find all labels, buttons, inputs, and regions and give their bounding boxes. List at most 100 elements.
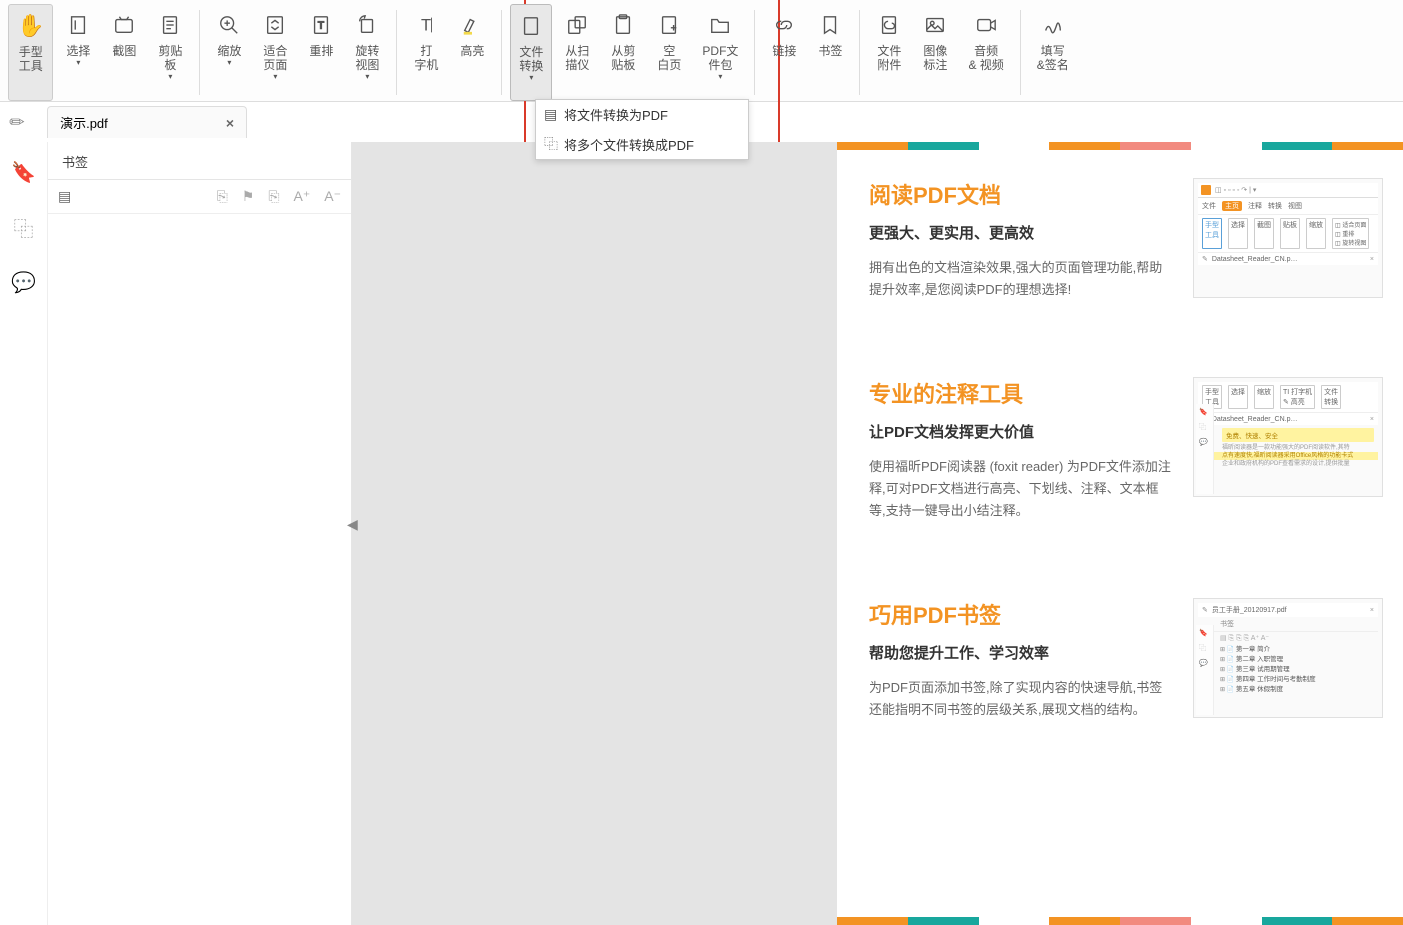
section-subtitle: 更强大、更实用、更高效 <box>869 222 1173 243</box>
screenshot-icon <box>113 10 135 40</box>
rearrange-label: 重排 <box>309 44 333 58</box>
section-body: 拥有出色的文档渲染效果,强大的页面管理功能,帮助提升效率,是您阅读PDF的理想选… <box>869 257 1173 301</box>
image-annot-label: 图像 标注 <box>923 44 947 72</box>
bookmark-settings-icon[interactable]: ⎘ <box>268 188 279 205</box>
image-icon <box>924 10 946 40</box>
hand-tool-label: 手型 工具 <box>19 45 43 73</box>
convert-single-label: 将文件转换为PDF <box>564 105 668 124</box>
typewriter-label: 打 字机 <box>414 44 438 72</box>
color-strip-bottom <box>837 917 1403 925</box>
svg-text:T: T <box>318 21 324 32</box>
clipboard-button[interactable]: 剪贴 板 ▾ <box>149 4 191 101</box>
from-scanner-button[interactable]: 从扫 描仪 <box>556 4 598 101</box>
main-toolbar: ✋ 手型 工具 选择 ▾ 截图 剪贴 板 ▾ 缩放 ▾ 适合 页面 ▾ T 重排… <box>0 0 1403 102</box>
thumbnail-bookmarks: ✎ 员工手册_20120917.pdf× 书签 ▤ ⎘ ⎘ ⎘ A⁺ A⁻ 🔖⿻… <box>1193 598 1383 718</box>
bookmark-flag-icon[interactable]: ⚑ <box>242 188 255 205</box>
select-label: 选择 <box>66 44 90 58</box>
collapse-handle[interactable]: ◀ <box>347 516 358 533</box>
hand-tool-button[interactable]: ✋ 手型 工具 <box>8 4 53 101</box>
zoom-button[interactable]: 缩放 ▾ <box>208 4 250 101</box>
rotate-icon <box>356 10 378 40</box>
fitpage-label: 适合 页面 <box>263 44 287 72</box>
link-icon <box>773 10 795 40</box>
section-annotation: 专业的注释工具 让PDF文档发挥更大价值 使用福昕PDF阅读器 (foxit r… <box>837 331 1403 552</box>
from-clipboard-icon <box>612 10 634 40</box>
separator <box>859 10 860 95</box>
convert-multiple-item[interactable]: ⿻ 将多个文件转换成PDF <box>536 129 748 159</box>
panel-title: 书签 <box>48 142 351 180</box>
dropdown-arrow-icon: ▾ <box>76 58 80 68</box>
dropdown-arrow-icon: ▾ <box>718 72 722 82</box>
pdf-page: 阅读PDF文档 更强大、更实用、更高效 拥有出色的文档渲染效果,强大的页面管理功… <box>837 142 1403 925</box>
clipboard-label: 剪贴 板 <box>158 44 182 72</box>
blank-page-icon <box>658 10 680 40</box>
add-bookmark-icon[interactable]: ⎘ <box>217 188 228 205</box>
bookmark-button[interactable]: 书签 <box>809 4 851 101</box>
font-decrease-icon[interactable]: A⁻ <box>324 188 341 205</box>
from-clipboard-label: 从剪 贴板 <box>611 44 635 72</box>
bookmark-panel: 书签 ▤ ⎘ ⚑ ⎘ A⁺ A⁻ <box>48 142 352 925</box>
fill-sign-button[interactable]: 填写 &签名 <box>1029 4 1077 101</box>
highlight-button[interactable]: 高亮 <box>451 4 493 101</box>
hand-icon: ✋ <box>17 11 44 41</box>
section-read-pdf: 阅读PDF文档 更强大、更实用、更高效 拥有出色的文档渲染效果,强大的页面管理功… <box>837 150 1403 331</box>
zoom-label: 缩放 <box>217 44 241 58</box>
from-scanner-label: 从扫 描仪 <box>565 44 589 72</box>
section-subtitle: 让PDF文档发挥更大价值 <box>869 421 1173 442</box>
section-body: 为PDF页面添加书签,除了实现内容的快速导航,书签还能指明不同书签的层级关系,展… <box>869 677 1173 721</box>
dropdown-arrow-icon: ▾ <box>227 58 231 68</box>
close-tab-button[interactable]: × <box>226 115 234 131</box>
canvas: ◀ 阅读PDF文档 更强大、更实用、更高效 拥有出色的文档渲染效果,强大的页面管… <box>352 142 1403 925</box>
select-icon <box>67 10 89 40</box>
document-tab[interactable]: 演示.pdf × <box>47 106 247 138</box>
sign-icon <box>1042 10 1064 40</box>
screenshot-button[interactable]: 截图 <box>103 4 145 101</box>
clipboard-icon <box>159 10 181 40</box>
section-subtitle: 帮助您提升工作、学习效率 <box>869 642 1173 663</box>
pages-panel-icon[interactable]: ⿻ <box>14 213 34 242</box>
typewriter-button[interactable]: T 打 字机 <box>405 4 447 101</box>
bookmark-label: 书签 <box>818 44 842 58</box>
color-strip <box>837 142 1403 150</box>
convert-dropdown: ▤ 将文件转换为PDF ⿻ 将多个文件转换成PDF <box>535 99 749 160</box>
tab-title: 演示.pdf <box>60 113 108 132</box>
bookmark-panel-icon[interactable]: 🔖 <box>11 160 36 185</box>
zoom-icon <box>218 10 240 40</box>
separator <box>396 10 397 95</box>
file-attach-button[interactable]: 文件 附件 <box>868 4 910 101</box>
section-title: 专业的注释工具 <box>869 377 1173 409</box>
link-button[interactable]: 链接 <box>763 4 805 101</box>
folder-icon <box>709 10 731 40</box>
section-body: 使用福昕PDF阅读器 (foxit reader) 为PDF文件添加注释,可对P… <box>869 456 1173 522</box>
image-annot-button[interactable]: 图像 标注 <box>914 4 956 101</box>
pdf-package-button[interactable]: PDF文 件包 ▾ <box>694 4 746 101</box>
fitpage-icon <box>264 10 286 40</box>
main-area: 🔖 ⿻ 💬 书签 ▤ ⎘ ⚑ ⎘ A⁺ A⁻ ◀ <box>0 142 1403 925</box>
select-button[interactable]: 选择 ▾ <box>57 4 99 101</box>
files-icon: ⿻ <box>544 134 564 154</box>
section-title: 巧用PDF书签 <box>869 598 1173 630</box>
font-increase-icon[interactable]: A⁺ <box>294 188 311 205</box>
from-clipboard-button[interactable]: 从剪 贴板 <box>602 4 644 101</box>
file-convert-button[interactable]: 文件 转换 ▾ <box>510 4 552 101</box>
expand-icon[interactable]: ▤ <box>58 188 71 205</box>
file-convert-icon <box>520 11 542 41</box>
blank-page-button[interactable]: 空 白页 <box>648 4 690 101</box>
fitpage-button[interactable]: 适合 页面 ▾ <box>254 4 296 101</box>
file-convert-label: 文件 转换 <box>519 45 543 73</box>
thumbnail-reader: ◫ ▫ ▫ ▫ ◦ ↷ | ▾ 文件主页注释转换视图 手型工具选择截图贴板缩放◫… <box>1193 178 1383 298</box>
typewriter-icon: T <box>415 10 437 40</box>
svg-text:T: T <box>421 17 431 35</box>
rotate-button[interactable]: 旋转 视图 ▾ <box>346 4 388 101</box>
audio-video-button[interactable]: 音频 & 视频 <box>960 4 1011 101</box>
video-icon <box>975 10 997 40</box>
comments-panel-icon[interactable]: 💬 <box>11 270 36 295</box>
dropdown-arrow-icon: ▾ <box>273 72 277 82</box>
screenshot-label: 截图 <box>112 44 136 58</box>
separator <box>501 10 502 95</box>
edit-icon[interactable]: ✎ <box>5 109 31 135</box>
rearrange-button[interactable]: T 重排 <box>300 4 342 101</box>
section-title: 阅读PDF文档 <box>869 178 1173 210</box>
convert-single-item[interactable]: ▤ 将文件转换为PDF <box>536 100 748 129</box>
rotate-label: 旋转 视图 <box>355 44 379 72</box>
